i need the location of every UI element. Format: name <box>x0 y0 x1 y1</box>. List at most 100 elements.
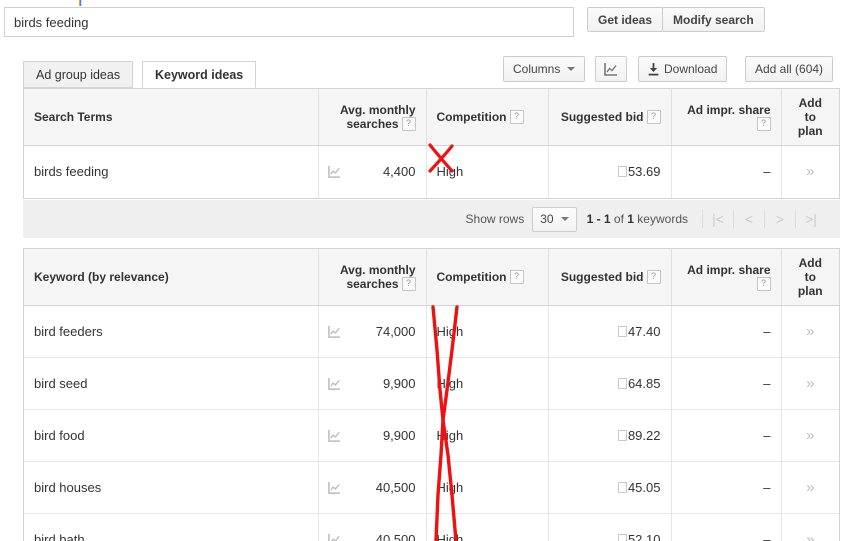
add-all-button[interactable]: Add all (604) <box>745 56 834 82</box>
column-header-add-to-plan[interactable]: Add to plan <box>780 89 839 146</box>
column-header-competition[interactable]: Competition? <box>425 89 548 146</box>
cell-avg-monthly-value: 40,500 <box>375 532 416 541</box>
column-header-search-terms[interactable]: Search Terms <box>24 89 318 146</box>
trend-chart-icon[interactable] <box>327 429 342 443</box>
add-to-plan-chevron-icon[interactable]: » <box>806 427 814 444</box>
cell-term: bird houses <box>24 461 318 514</box>
tab-keyword-ideas[interactable]: Keyword ideas <box>142 61 257 88</box>
trend-chart-icon[interactable] <box>327 481 342 495</box>
column-header-suggested-bid-label: Suggested bid <box>560 109 644 124</box>
cell-suggested-bid-value: 45.05 <box>627 480 661 495</box>
help-icon-ad-impr-share[interactable]: ? <box>756 117 771 132</box>
cell-add-to-plan[interactable]: » <box>780 461 839 514</box>
table-row[interactable]: bird bath 40,500 High 52.10– » <box>24 513 839 541</box>
results-toolbar: Columns Download Add all (604) <box>0 56 863 86</box>
cell-ad-impr-share: – <box>670 305 781 358</box>
column-header-ad-impr-share[interactable]: Ad impr. share? <box>670 89 781 146</box>
currency-placeholder-glyph <box>617 430 627 442</box>
add-to-plan-chevron-icon[interactable]: » <box>806 323 814 340</box>
cell-avg-monthly-value: 74,000 <box>375 324 416 339</box>
cell-suggested-bid-value: 53.69 <box>627 164 661 180</box>
column-header-suggested-bid[interactable]: Suggested bid? <box>547 249 671 306</box>
help-icon-avg-monthly[interactable]: ? <box>401 117 416 132</box>
pagination-last-button[interactable]: >| <box>795 210 826 228</box>
help-icon-suggested-bid[interactable]: ? <box>646 110 661 125</box>
add-to-plan-chevron-icon[interactable]: » <box>806 531 814 541</box>
help-icon-competition[interactable]: ? <box>509 110 524 125</box>
line-chart-icon <box>604 62 617 76</box>
download-button[interactable]: Download <box>638 56 728 82</box>
cell-suggested-bid-value: 52.10 <box>627 532 661 541</box>
cell-avg-monthly-value: 4,400 <box>382 164 416 180</box>
cell-ad-impr-share: – <box>670 461 781 514</box>
cell-avg-monthly: 9,900 <box>317 409 426 462</box>
column-header-competition-label: Competition <box>436 109 507 124</box>
pagination-range-suffix: keywords <box>633 212 688 226</box>
rows-per-page-value: 30 <box>540 212 554 226</box>
pagination-range-start: 1 - 1 <box>586 212 611 226</box>
column-header-add-to-plan-label: Add to plan <box>797 96 823 138</box>
keyword-search-input[interactable] <box>4 7 574 37</box>
cell-avg-monthly: 40,500 <box>317 513 426 541</box>
chevron-down-icon <box>567 67 576 71</box>
keyword-ideas-panel: Keyword (by relevance) Avg. monthly sear… <box>23 248 840 541</box>
graph-view-button[interactable] <box>595 56 627 82</box>
tab-keyword-ideas-label: Keyword ideas <box>155 67 244 82</box>
table-row[interactable]: bird houses 40,500 High 45.05– » <box>24 461 839 514</box>
search-terms-panel: Search Terms Avg. monthly searches? Comp… <box>23 88 840 199</box>
column-header-suggested-bid[interactable]: Suggested bid? <box>547 89 671 146</box>
currency-placeholder-glyph <box>617 166 627 178</box>
column-header-ad-impr-share[interactable]: Ad impr. share? <box>670 249 781 306</box>
trend-chart-icon[interactable] <box>327 377 342 391</box>
currency-placeholder-glyph <box>617 326 627 338</box>
table-header-row: Search Terms Avg. monthly searches? Comp… <box>24 89 839 146</box>
pagination-next-button[interactable]: > <box>764 210 795 228</box>
add-to-plan-chevron-icon[interactable]: » <box>806 375 814 392</box>
get-ideas-button[interactable]: Get ideas <box>587 7 664 32</box>
column-header-avg-monthly-searches[interactable]: Avg. monthly searches? <box>317 89 426 146</box>
column-header-competition-label: Competition <box>436 269 507 284</box>
help-icon-ad-impr-share[interactable]: ? <box>756 277 771 292</box>
help-icon-avg-monthly[interactable]: ? <box>401 277 416 292</box>
cell-avg-monthly: 74,000 <box>317 305 426 358</box>
add-to-plan-chevron-icon[interactable]: » <box>806 479 814 496</box>
cell-term: bird food <box>24 409 318 462</box>
table-row[interactable]: birds feeding 4,400 High 53.69 – » <box>24 145 839 198</box>
show-rows-label: Show rows <box>465 212 525 226</box>
column-header-keyword-relevance[interactable]: Keyword (by relevance) <box>24 249 318 306</box>
add-to-plan-chevron-icon[interactable]: » <box>806 163 814 180</box>
column-header-ad-impr-share-label: Ad impr. share <box>687 262 771 277</box>
column-header-avg-monthly-searches[interactable]: Avg. monthly searches? <box>317 249 426 306</box>
column-header-add-to-plan[interactable]: Add to plan <box>780 249 839 306</box>
cell-avg-monthly: 9,900 <box>317 357 426 410</box>
column-header-ad-impr-share-label: Ad impr. share <box>687 102 771 117</box>
search-terms-table-body: birds feeding 4,400 High 53.69 – » <box>24 145 839 198</box>
table-row[interactable]: bird seed 9,900 High 64.85– » <box>24 357 839 410</box>
cell-add-to-plan[interactable]: » <box>780 513 839 541</box>
cell-suggested-bid: 52.10 <box>547 513 671 541</box>
cell-suggested-bid-value: 89.22 <box>627 428 661 443</box>
pagination-range-count: 1 <box>627 212 634 226</box>
cell-add-to-plan[interactable]: » <box>780 409 839 462</box>
table-row[interactable]: bird food 9,900 High 89.22– » <box>24 409 839 462</box>
rows-per-page-select[interactable]: 30 <box>532 206 577 232</box>
modify-search-button[interactable]: Modify search <box>662 7 765 32</box>
columns-button[interactable]: Columns <box>503 56 586 82</box>
help-icon-suggested-bid[interactable]: ? <box>646 270 661 285</box>
column-header-search-terms-label: Search Terms <box>34 110 113 124</box>
pagination-prev-button[interactable]: < <box>733 210 764 228</box>
trend-chart-icon[interactable] <box>327 533 342 541</box>
cell-add-to-plan[interactable]: » <box>780 357 839 410</box>
cell-add-to-plan[interactable]: » <box>780 145 839 198</box>
trend-chart-icon[interactable] <box>327 165 342 179</box>
download-button-label: Download <box>664 62 718 76</box>
column-header-competition[interactable]: Competition? <box>425 249 548 306</box>
help-icon-competition[interactable]: ? <box>509 270 524 285</box>
cell-suggested-bid: 47.40 <box>547 305 671 358</box>
pagination-bar: Show rows 30 1 - 1 of 1 keywords |< < > … <box>23 200 840 238</box>
cell-term: birds feeding <box>24 145 318 198</box>
table-row[interactable]: bird feeders 74,000 High 47.40– » <box>24 305 839 358</box>
pagination-first-button[interactable]: |< <box>702 210 733 228</box>
trend-chart-icon[interactable] <box>327 325 342 339</box>
cell-add-to-plan[interactable]: » <box>780 305 839 358</box>
